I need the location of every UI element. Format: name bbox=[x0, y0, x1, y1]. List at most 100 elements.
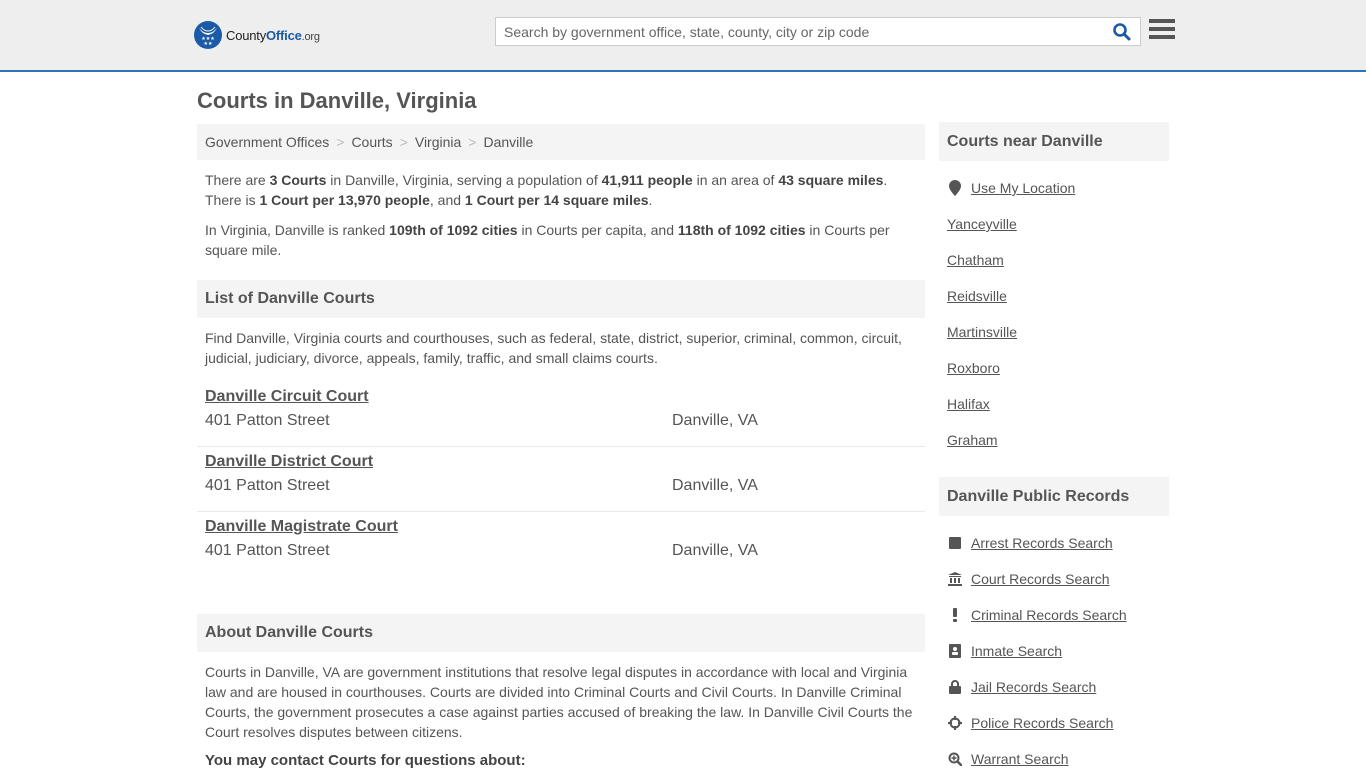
criminal-records-link[interactable]: Criminal Records Search bbox=[971, 607, 1127, 623]
nearby-city-item: Roxboro bbox=[947, 350, 1161, 386]
court-name-link[interactable]: Danville Magistrate Court bbox=[205, 518, 398, 536]
map-pin-icon bbox=[947, 180, 963, 196]
square-icon bbox=[947, 535, 963, 551]
text: , and bbox=[429, 192, 465, 208]
courts-per-capita: 1 Court per 13,970 people bbox=[259, 192, 430, 208]
court-address: 401 Patton Street bbox=[205, 477, 330, 494]
nearby-courts-heading: Courts near Danville bbox=[939, 122, 1169, 161]
menu-bar bbox=[1149, 35, 1175, 39]
page-title: Courts in Danville, Virginia bbox=[197, 88, 477, 113]
police-records-link[interactable]: Police Records Search bbox=[971, 715, 1113, 731]
logo-org: .org bbox=[301, 30, 320, 43]
court-records-link[interactable]: Court Records Search bbox=[971, 571, 1110, 587]
list-intro: Find Danville, Virginia courts and court… bbox=[205, 330, 902, 366]
nearby-city-item: Martinsville bbox=[947, 314, 1161, 350]
nearby-city-item: Yanceyville bbox=[947, 206, 1161, 242]
court-city: Danville, VA bbox=[672, 412, 758, 429]
search-button[interactable] bbox=[1112, 22, 1134, 42]
search-icon bbox=[1113, 23, 1131, 41]
nearby-city-link[interactable]: Graham bbox=[947, 432, 998, 448]
logo-office: Office bbox=[266, 27, 302, 43]
inmate-search-link[interactable]: Inmate Search bbox=[971, 643, 1062, 659]
breadcrumb-separator: > bbox=[336, 134, 345, 150]
public-records-list: Arrest Records Search Court Records Sear… bbox=[939, 525, 1169, 777]
record-link-item: Police Records Search bbox=[947, 705, 1161, 741]
breadcrumb-courts[interactable]: Courts bbox=[351, 134, 392, 150]
court-list-item: Danville Circuit Court 401 Patton Street… bbox=[197, 382, 925, 447]
jail-records-link[interactable]: Jail Records Search bbox=[971, 679, 1096, 695]
use-my-location-link[interactable]: Use My Location bbox=[971, 180, 1075, 196]
site-header: ★★★ ★★ CountyOffice.org bbox=[0, 0, 1366, 72]
record-link-item: Court Records Search bbox=[947, 561, 1161, 597]
breadcrumb-separator: > bbox=[399, 134, 408, 150]
about-section-heading: About Danville Courts bbox=[197, 614, 925, 652]
logo-wordmark: CountyOffice.org bbox=[226, 28, 320, 43]
nearby-city-link[interactable]: Yanceyville bbox=[947, 216, 1017, 232]
zoom-in-icon bbox=[947, 751, 963, 767]
courthouse-icon bbox=[947, 571, 963, 587]
svg-text:★★: ★★ bbox=[204, 41, 213, 45]
site-logo[interactable]: ★★★ ★★ CountyOffice.org bbox=[194, 21, 320, 49]
court-list-item: Danville District Court 401 Patton Stree… bbox=[197, 447, 925, 512]
text: There are bbox=[205, 172, 270, 188]
record-link-item: Jail Records Search bbox=[947, 669, 1161, 705]
court-count: 3 Courts bbox=[269, 172, 327, 188]
search-input[interactable] bbox=[496, 18, 1106, 45]
text: . bbox=[648, 192, 653, 208]
population: 41,911 people bbox=[601, 172, 693, 188]
nearby-city-link[interactable]: Martinsville bbox=[947, 324, 1017, 340]
main-content: Government Offices > Courts > Virginia >… bbox=[197, 124, 925, 769]
public-records-heading: Danville Public Records bbox=[939, 477, 1169, 516]
arrest-records-link[interactable]: Arrest Records Search bbox=[971, 535, 1113, 551]
court-name-link[interactable]: Danville Circuit Court bbox=[205, 388, 369, 406]
area: 43 square miles bbox=[778, 172, 884, 188]
text: in an area of bbox=[692, 172, 779, 188]
nearby-city-item: Reidsville bbox=[947, 278, 1161, 314]
summary-paragraph-population: There are 3 Courts in Danville, Virginia… bbox=[197, 170, 925, 210]
rank-per-area: 118th of 1092 cities bbox=[677, 222, 806, 238]
court-address: 401 Patton Street bbox=[205, 412, 330, 429]
court-name-link[interactable]: Danville District Court bbox=[205, 453, 373, 471]
search-box bbox=[495, 17, 1141, 46]
text: in Courts per capita, and bbox=[517, 222, 678, 238]
record-link-item: Criminal Records Search bbox=[947, 597, 1161, 633]
text: In Virginia, Danville is ranked bbox=[205, 222, 390, 238]
crosshairs-icon bbox=[947, 715, 963, 731]
summary-paragraph-ranking: In Virginia, Danville is ranked 109th of… bbox=[197, 220, 925, 260]
court-address: 401 Patton Street bbox=[205, 542, 330, 559]
nearby-city-link[interactable]: Reidsville bbox=[947, 288, 1007, 304]
rank-per-capita: 109th of 1092 cities bbox=[389, 222, 518, 238]
eagle-stars-logo-icon: ★★★ ★★ bbox=[194, 21, 222, 49]
breadcrumb-danville[interactable]: Danville bbox=[483, 134, 533, 150]
court-list-item: Danville Magistrate Court 401 Patton Str… bbox=[197, 512, 925, 577]
record-link-item: Warrant Search bbox=[947, 741, 1161, 777]
menu-bar bbox=[1149, 19, 1175, 23]
hamburger-menu-icon[interactable] bbox=[1149, 19, 1175, 43]
courts-per-area: 1 Court per 14 square miles bbox=[464, 192, 649, 208]
warrant-search-link[interactable]: Warrant Search bbox=[971, 751, 1069, 767]
breadcrumb-government-offices[interactable]: Government Offices bbox=[205, 134, 329, 150]
about-text: Courts in Danville, VA are government in… bbox=[205, 664, 913, 740]
breadcrumb-virginia[interactable]: Virginia bbox=[415, 134, 461, 150]
nearby-city-item: Halifax bbox=[947, 386, 1161, 422]
menu-bar bbox=[1149, 27, 1175, 31]
record-link-item: Arrest Records Search bbox=[947, 525, 1161, 561]
nearby-city-link[interactable]: Halifax bbox=[947, 396, 990, 412]
record-link-item: Inmate Search bbox=[947, 633, 1161, 669]
nearby-cities-list: Use My Location Yanceyville Chatham Reid… bbox=[939, 170, 1169, 458]
use-my-location-item: Use My Location bbox=[947, 170, 1161, 206]
nearby-city-item: Graham bbox=[947, 422, 1161, 458]
sidebar: Courts near Danville Use My Location Yan… bbox=[939, 122, 1169, 777]
court-city: Danville, VA bbox=[672, 477, 758, 494]
text: in Danville, Virginia, serving a populat… bbox=[326, 172, 602, 188]
breadcrumb: Government Offices > Courts > Virginia >… bbox=[197, 124, 925, 160]
court-city: Danville, VA bbox=[672, 542, 758, 559]
exclamation-icon bbox=[947, 607, 963, 623]
nearby-city-link[interactable]: Chatham bbox=[947, 252, 1004, 268]
id-badge-icon bbox=[947, 643, 963, 659]
logo-county: County bbox=[226, 27, 266, 43]
nearby-city-link[interactable]: Roxboro bbox=[947, 360, 1000, 376]
list-section-heading: List of Danville Courts bbox=[197, 280, 925, 318]
breadcrumb-separator: > bbox=[468, 134, 477, 150]
contact-heading: You may contact Courts for questions abo… bbox=[205, 752, 526, 769]
